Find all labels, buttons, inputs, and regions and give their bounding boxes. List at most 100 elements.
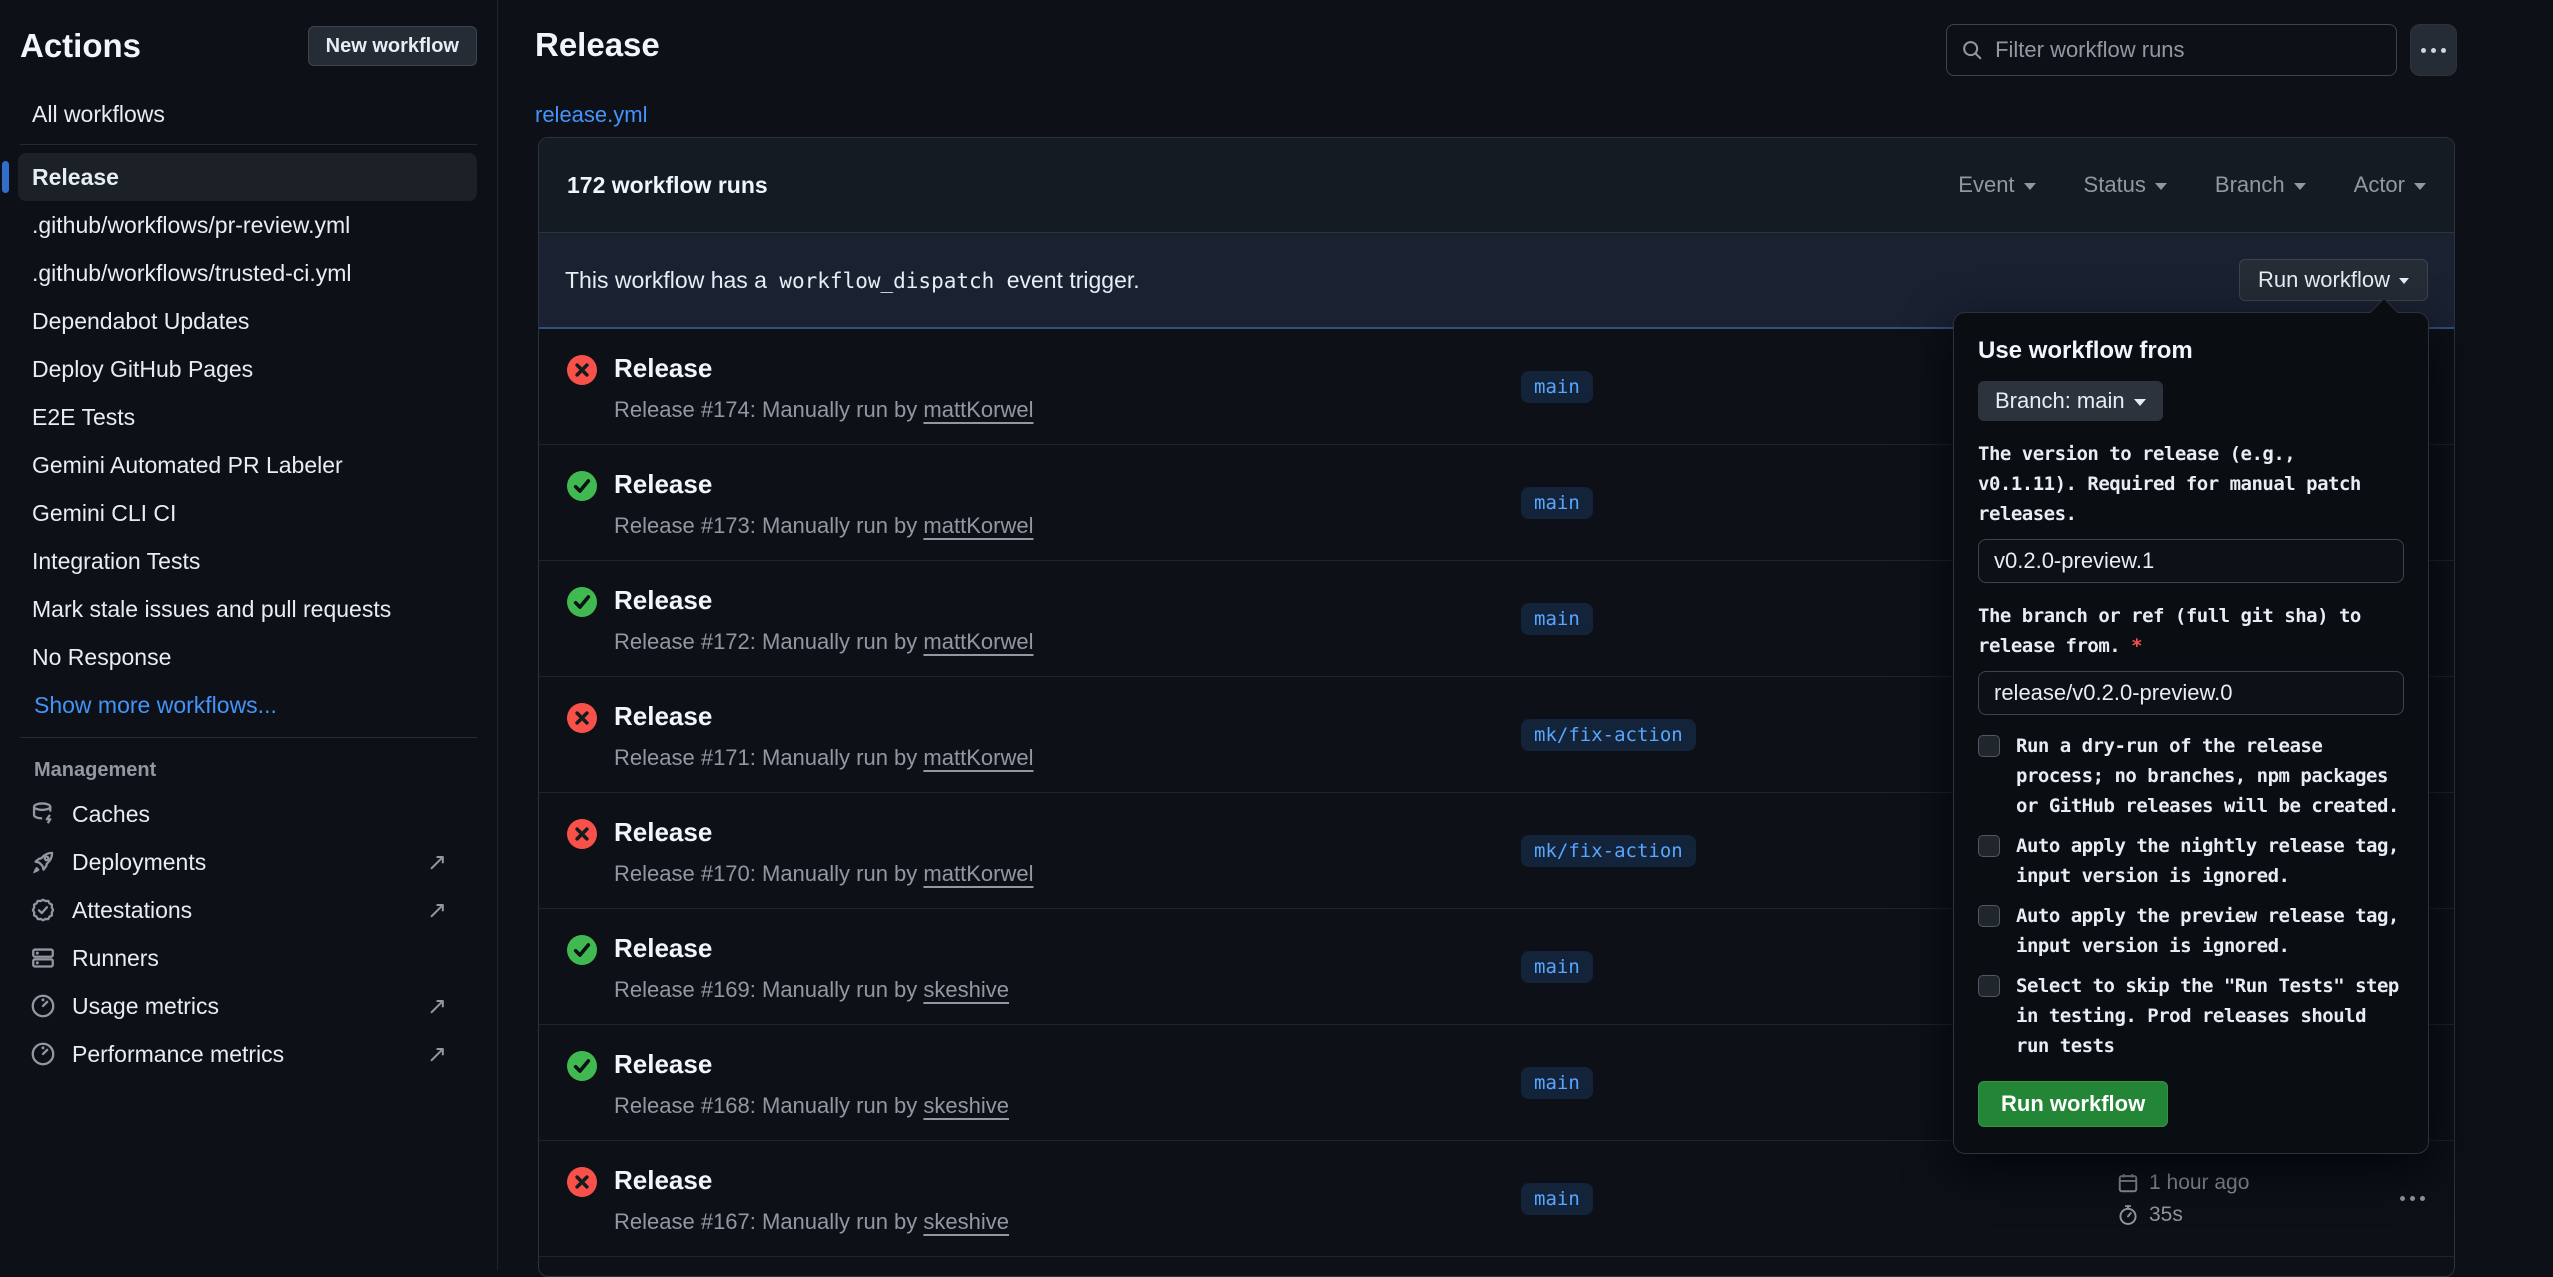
run-description: Release #168: Manually run by skeshive (614, 1093, 1009, 1119)
sidebar-workflow-item[interactable]: .github/workflows/pr-review.yml (18, 201, 477, 249)
kebab-icon (2400, 1196, 2405, 1201)
external-link-icon: ↗ (427, 992, 447, 1021)
popover-heading: Use workflow from (1978, 337, 2404, 365)
calendar-icon (2117, 1172, 2139, 1194)
checkbox[interactable] (1978, 835, 2000, 857)
run-title-link[interactable]: Release (614, 585, 1033, 616)
page-kebab-menu-button[interactable] (2410, 24, 2457, 76)
run-title-link[interactable]: Release (614, 1049, 1009, 1080)
sidebar-workflow-item[interactable]: Mark stale issues and pull requests (18, 585, 477, 633)
run-title-link[interactable]: Release (614, 469, 1033, 500)
run-actor-link[interactable]: skeshive (923, 1093, 1009, 1118)
run-actor-link[interactable]: skeshive (923, 977, 1009, 1002)
sidebar-item-caches[interactable]: Caches (20, 790, 477, 838)
run-actor-link[interactable]: mattKorwel (923, 513, 1033, 538)
sidebar-item-all-workflows[interactable]: All workflows (20, 92, 477, 136)
run-title-link[interactable]: Release (614, 1165, 1009, 1196)
branch-badge[interactable]: mk/fix-action (1521, 719, 1696, 751)
run-workflow-dropdown-button[interactable]: Run workflow (2239, 259, 2428, 301)
run-status-icon (567, 935, 597, 965)
branch-badge[interactable]: mk/fix-action (1521, 835, 1696, 867)
sidebar-workflow-item[interactable]: No Response (18, 633, 477, 681)
run-status-icon (567, 587, 597, 617)
chevron-down-icon (2134, 399, 2146, 406)
version-input[interactable] (1978, 539, 2404, 583)
run-description: Release #173: Manually run by mattKorwel (614, 513, 1033, 539)
run-actor-link[interactable]: skeshive (923, 1209, 1009, 1234)
show-more-workflows-link[interactable]: Show more workflows... (20, 681, 477, 729)
sidebar-item-attestations[interactable]: Attestations ↗ (20, 886, 477, 934)
cache-icon (30, 801, 56, 827)
run-status-icon (567, 355, 597, 385)
ref-input-description: The branch or ref (full git sha) to rele… (1978, 601, 2404, 661)
sidebar-item-usage-metrics[interactable]: Usage metrics ↗ (20, 982, 477, 1030)
sidebar-workflow-item[interactable]: Integration Tests (18, 537, 477, 585)
runs-count: 172 workflow runs (567, 172, 768, 199)
checkbox[interactable] (1978, 735, 2000, 757)
workflow-list: Release .github/workflows/pr-review.yml … (20, 153, 477, 681)
branch-badge[interactable]: main (1521, 951, 1593, 983)
run-title-link[interactable]: Release (614, 817, 1033, 848)
chevron-down-icon (2155, 183, 2167, 190)
sidebar-workflow-item[interactable]: .github/workflows/trusted-ci.yml (18, 249, 477, 297)
sidebar-workflow-item[interactable]: Gemini CLI CI (18, 489, 477, 537)
branch-badge[interactable]: main (1521, 487, 1593, 519)
sidebar-workflow-item[interactable]: E2E Tests (18, 393, 477, 441)
branch-badge[interactable]: main (1521, 371, 1593, 403)
ref-input[interactable] (1978, 671, 2404, 715)
branch-badge[interactable]: main (1521, 1067, 1593, 1099)
checkbox[interactable] (1978, 975, 2000, 997)
run-workflow-submit-button[interactable]: Run workflow (1978, 1081, 2168, 1127)
run-title-link[interactable]: Release (614, 353, 1033, 384)
runs-filter-dropdown[interactable]: Event (1958, 172, 2035, 198)
filter-workflow-runs-input[interactable] (1995, 37, 2382, 63)
run-status-icon (567, 1051, 597, 1081)
actions-sidebar: Actions New workflow All workflows Relea… (0, 0, 498, 1270)
branch-badge[interactable]: main (1521, 603, 1593, 635)
run-actor-link[interactable]: mattKorwel (923, 745, 1033, 770)
run-title-link[interactable]: Release (614, 701, 1033, 732)
banner-text-suffix: event trigger. (1007, 267, 1140, 293)
run-description: Release #170: Manually run by mattKorwel (614, 861, 1033, 887)
run-actor-link[interactable]: mattKorwel (923, 861, 1033, 886)
sidebar-item-runners[interactable]: Runners (20, 934, 477, 982)
runs-filter-dropdown[interactable]: Status (2084, 172, 2167, 198)
run-status-icon (567, 471, 597, 501)
sidebar-workflow-item[interactable]: Dependabot Updates (18, 297, 477, 345)
run-actor-link[interactable]: mattKorwel (923, 629, 1033, 654)
run-actor-link[interactable]: mattKorwel (923, 397, 1033, 422)
run-workflow-popover: Use workflow from Branch: main The versi… (1953, 312, 2429, 1154)
checkbox[interactable] (1978, 905, 2000, 927)
sidebar-item-performance-metrics[interactable]: Performance metrics ↗ (20, 1030, 477, 1078)
run-status-icon (567, 703, 597, 733)
chevron-down-icon (2294, 183, 2306, 190)
runs-filter-dropdown[interactable]: Actor (2354, 172, 2426, 198)
page-title: Release (535, 26, 660, 64)
version-input-description: The version to release (e.g., v0.1.11). … (1978, 439, 2404, 529)
branch-badge[interactable]: main (1521, 1183, 1593, 1215)
workflow-file-link[interactable]: release.yml (535, 102, 647, 128)
branch-select-button[interactable]: Branch: main (1978, 381, 2163, 421)
dry-run-checkbox-row[interactable]: Run a dry-run of the release process; no… (1978, 731, 2404, 821)
management-section-header: Management (20, 750, 477, 790)
run-status-icon (567, 1167, 597, 1197)
preview-tag-checkbox-row[interactable]: Auto apply the preview release tag, inpu… (1978, 901, 2404, 961)
sidebar-item-deployments[interactable]: Deployments ↗ (20, 838, 477, 886)
search-icon (1961, 38, 1983, 62)
skip-tests-checkbox-row[interactable]: Select to skip the "Run Tests" step in t… (1978, 971, 2404, 1061)
rocket-icon (30, 849, 56, 875)
run-title-link[interactable]: Release (614, 933, 1009, 964)
runs-filter-dropdown[interactable]: Branch (2215, 172, 2306, 198)
sidebar-workflow-item[interactable]: Release (18, 153, 477, 201)
sidebar-title: Actions (20, 27, 141, 65)
run-menu-button[interactable] (2384, 1179, 2440, 1219)
nightly-tag-checkbox-row[interactable]: Auto apply the nightly release tag, inpu… (1978, 831, 2404, 891)
new-workflow-button[interactable]: New workflow (308, 26, 477, 66)
external-link-icon: ↗ (427, 1040, 447, 1069)
sidebar-workflow-item[interactable]: Gemini Automated PR Labeler (18, 441, 477, 489)
meter-icon (30, 993, 56, 1019)
workflow-run-row[interactable]: Release Release #167: Manually run by sk… (539, 1141, 2454, 1257)
external-link-icon: ↗ (427, 848, 447, 877)
sidebar-workflow-item[interactable]: Deploy GitHub Pages (18, 345, 477, 393)
required-asterisk: * (2131, 635, 2142, 657)
